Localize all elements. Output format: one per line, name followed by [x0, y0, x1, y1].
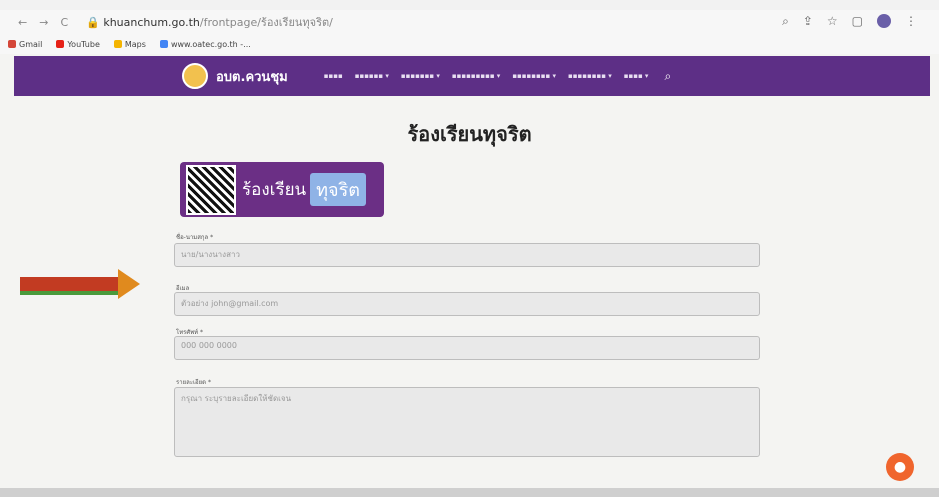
url-path: /frontpage/ร้องเรียนทุจริต/: [199, 16, 333, 29]
site-logo[interactable]: [182, 63, 208, 89]
chat-icon[interactable]: ●: [886, 453, 914, 481]
name-field[interactable]: นาย/นางนางสาว: [174, 243, 760, 267]
site-menu: ▪▪▪▪ ▪▪▪▪▪▪ ▾ ▪▪▪▪▪▪▪ ▾ ▪▪▪▪▪▪▪▪▪ ▾ ▪▪▪▪…: [324, 72, 649, 80]
menu-icon[interactable]: ⋮: [905, 14, 917, 29]
banner-chip: ทุจริต: [310, 173, 366, 206]
menu-item[interactable]: ▪▪▪▪▪▪▪▪▪ ▾: [452, 72, 500, 80]
address-bar-row: ← → C 🔒 khuanchum.go.th/frontpage/ร้องเร…: [0, 10, 939, 34]
menu-item[interactable]: ▪▪▪▪▪▪▪ ▾: [401, 72, 440, 80]
complaint-banner: ร้องเรียน ทุจริต: [180, 162, 384, 217]
menu-item[interactable]: ▪▪▪▪: [324, 72, 343, 80]
arrow-annotation: [20, 277, 118, 291]
bookmark-gmail[interactable]: Gmail: [8, 40, 42, 49]
arrow-annotation-stripe: [20, 291, 118, 295]
bookmark-oatec[interactable]: www.oatec.go.th -...: [159, 39, 251, 49]
detail-textarea[interactable]: กรุณา ระบุรายละเอียดให้ชัดเจน: [174, 387, 760, 457]
site-name[interactable]: อบต.ควนชุม: [216, 66, 288, 87]
qr-code-icon: [186, 164, 236, 215]
bookmarks-bar: Gmail YouTube Maps www.oatec.go.th -...: [0, 34, 939, 54]
google-icon: [159, 40, 168, 48]
lock-icon: 🔒: [86, 16, 100, 29]
avatar[interactable]: [877, 14, 891, 28]
star-icon[interactable]: ☆: [827, 14, 838, 29]
url-domain: khuanchum.go.th: [103, 16, 200, 29]
menu-item[interactable]: ▪▪▪▪▪▪▪▪ ▾: [512, 72, 556, 80]
arrow-head: [118, 269, 140, 299]
bookmark-label: Maps: [124, 39, 146, 49]
zoom-icon[interactable]: ⌕: [782, 14, 789, 29]
phone-field[interactable]: 000 000 0000: [174, 336, 760, 360]
bookmark-youtube[interactable]: YouTube: [56, 40, 100, 49]
youtube-icon: [56, 40, 65, 48]
nav-buttons: ← → C: [18, 16, 68, 29]
email-field[interactable]: ตัวอย่าง john@gmail.com: [174, 292, 760, 316]
menu-item[interactable]: ▪▪▪▪▪▪ ▾: [355, 72, 389, 80]
bookmark-label: Gmail: [19, 39, 43, 49]
site-navbar: อบต.ควนชุม ▪▪▪▪ ▪▪▪▪▪▪ ▾ ▪▪▪▪▪▪▪ ▾ ▪▪▪▪▪…: [14, 56, 930, 96]
bookmark-label: YouTube: [67, 39, 100, 49]
search-icon[interactable]: ⌕: [664, 69, 671, 84]
detail-label: รายละเอียด *: [176, 379, 211, 386]
name-label: ชื่อ-นามสกุล *: [176, 234, 214, 241]
maps-icon: [113, 40, 122, 48]
bookmark-label: www.oatec.go.th -...: [170, 39, 251, 49]
page-title: ร้องเรียนทุจริต: [407, 122, 532, 146]
gmail-icon: [8, 40, 16, 48]
reload-icon[interactable]: C: [60, 16, 68, 29]
share-icon[interactable]: ⇪: [803, 14, 813, 29]
menu-item[interactable]: ▪▪▪▪▪▪▪▪ ▾: [568, 72, 612, 80]
menu-item[interactable]: ▪▪▪▪ ▾: [624, 72, 649, 80]
browser-tools: ⌕ ⇪ ☆ ▢ ⋮: [782, 14, 917, 29]
forward-icon[interactable]: →: [39, 16, 48, 29]
sidepanel-icon[interactable]: ▢: [852, 14, 863, 29]
back-icon[interactable]: ←: [18, 16, 27, 29]
banner-text: ร้องเรียน: [242, 180, 307, 200]
bookmark-maps[interactable]: Maps: [113, 39, 146, 49]
address-bar[interactable]: 🔒 khuanchum.go.th/frontpage/ร้องเรียนทุจ…: [86, 13, 333, 31]
taskbar: [0, 488, 939, 497]
